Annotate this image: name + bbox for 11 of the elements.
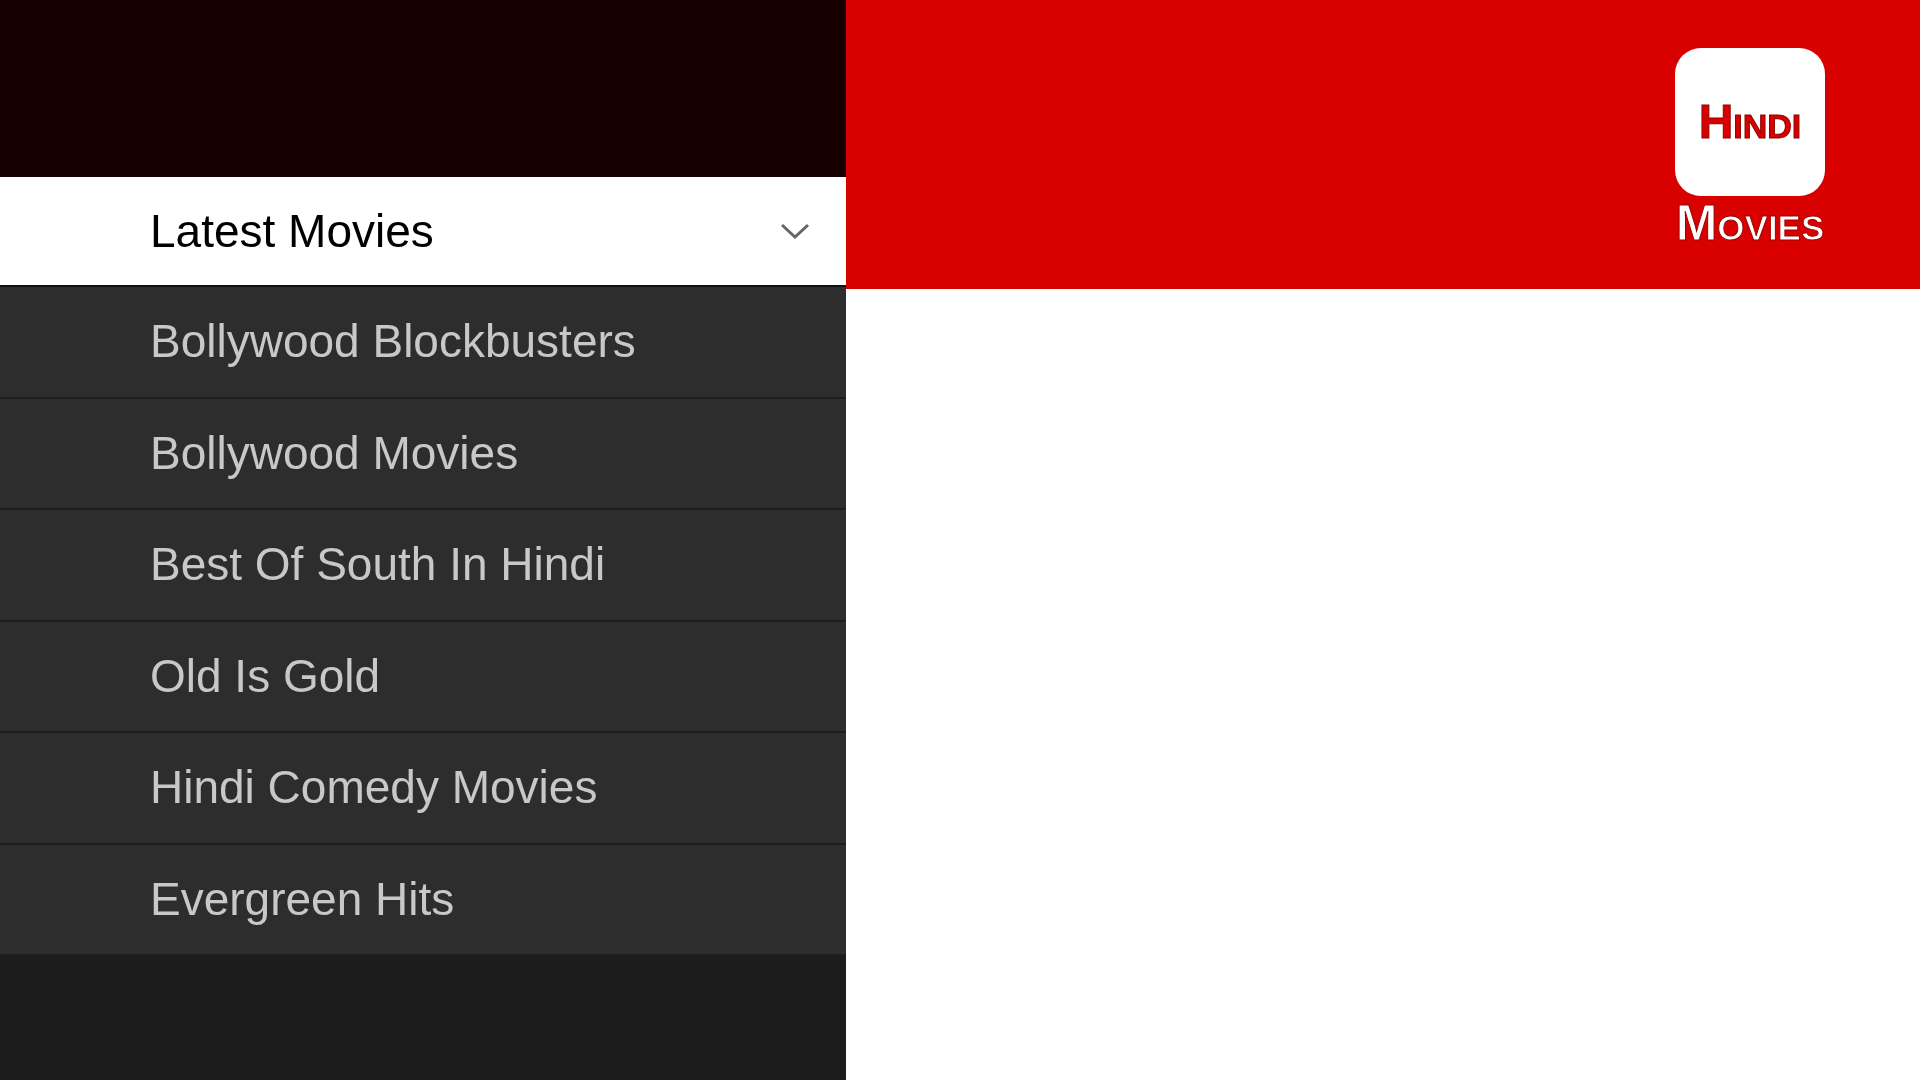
dropdown-label: Latest Movies [150, 203, 435, 259]
logo-text: Hindi [1698, 94, 1802, 150]
menu-item[interactable]: Hindi Comedy Movies [0, 733, 846, 845]
menu-item[interactable]: Old Is Gold [0, 621, 846, 733]
chevron-icon [780, 222, 810, 240]
menu-item[interactable]: Bollywood Blockbusters [0, 287, 846, 399]
menu-item[interactable]: Best Of South In Hindi [0, 510, 846, 622]
menu-item[interactable]: Evergreen Hits [0, 844, 846, 956]
logo-text: Movies [1675, 198, 1825, 248]
category-dropdown[interactable]: Latest Movies [0, 177, 846, 287]
menu-item[interactable]: Bollywood Movies [0, 398, 846, 510]
